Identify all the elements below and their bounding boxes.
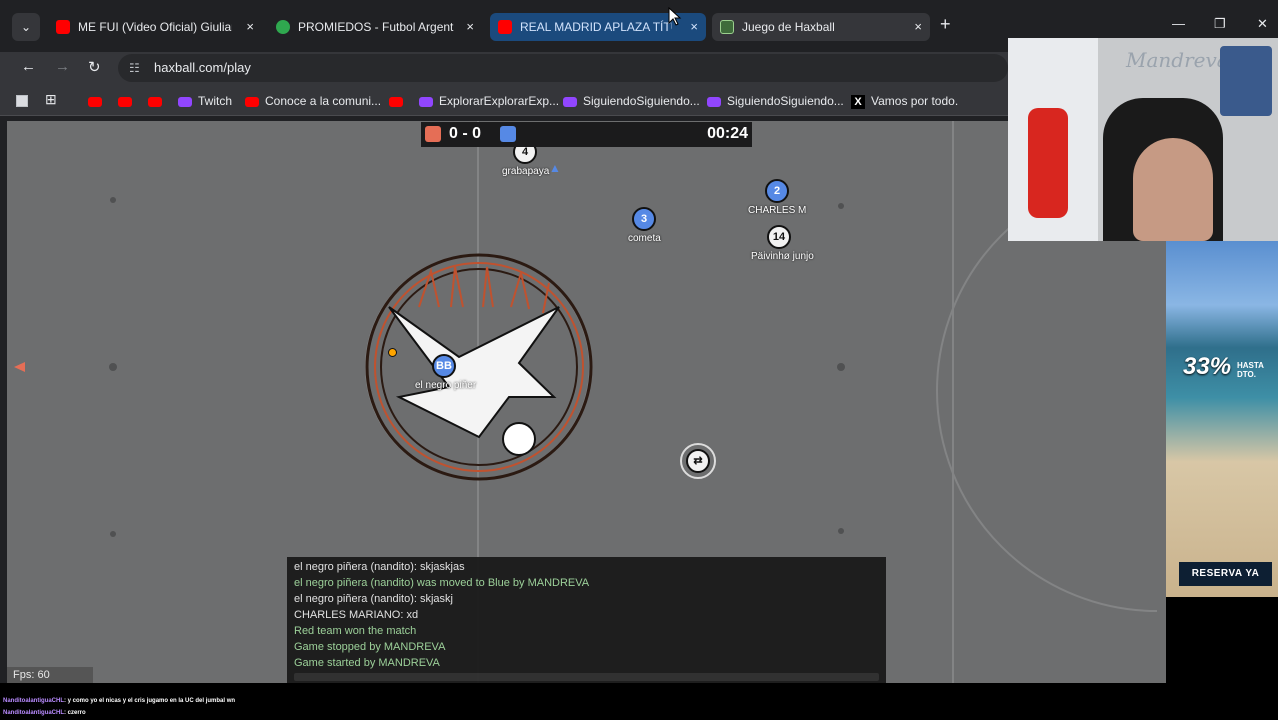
player-name: CHARLES M [748,205,807,216]
tab-search-button[interactable]: ⌄ [12,13,40,41]
chat-line: CHARLES MARIANO: xd [294,609,419,621]
tab-title: REAL MADRID APLAZA TÍTULO [520,20,672,34]
youtube-icon [389,96,403,107]
player-name: el negro piñer [415,380,477,391]
ad-discount: 33% [1183,353,1232,380]
promiedos-icon [276,20,290,34]
ad-cta-button[interactable]: RESERVA YA [1179,562,1272,586]
bookmark-label: SiguiendoSiguiendo... [583,94,700,108]
player-name: grabapaya [502,166,550,177]
restore-button[interactable]: ❐ [1214,16,1226,32]
ad-spacer [1166,597,1278,683]
red-lamp [1028,108,1068,218]
close-icon[interactable]: × [914,13,922,41]
twitch-icon [563,96,577,107]
bookmark-label: Twitch [198,94,233,108]
bookmark-item[interactable] [88,93,108,109]
bookmark-item[interactable] [389,93,409,109]
tab-title: PROMIEDOS - Futbol Argentino [298,20,454,34]
bookmark-item[interactable] [118,93,138,109]
reload-button[interactable]: ↻ [88,58,101,76]
red-team-square [425,126,441,142]
bookmark-label: ExplorarExplorarExp... [439,94,560,108]
blue-team-square [500,126,516,142]
chat-line: el negro piñera (nandito): skjaskj [294,593,453,605]
twitch-chat-line: NanditoalantiguaCHL: czerro [3,710,86,716]
window-close-button[interactable]: ✕ [1257,16,1268,32]
club-crest-logo [365,253,593,481]
youtube-icon [88,96,102,107]
bookmark-label: SiguiendoSiguiendo... [727,94,844,108]
tab-title: Juego de Haxball [742,20,835,34]
chat-line: Game stopped by MANDREVA [294,641,446,653]
bookmark-item[interactable]: SiguiendoSiguiendo... [707,93,844,109]
player-name: cometa [628,233,661,244]
triangle-marker-icon: ▲ [549,161,561,175]
chat-line: el negro piñera (nandito) was moved to B… [294,577,590,589]
youtube-icon [56,20,70,34]
minimize-button[interactable]: — [1172,16,1185,31]
tab-youtube-me-fui[interactable]: ME FUI (Video Oficial) Giuliano × [48,13,262,41]
tab-title: ME FUI (Video Oficial) Giuliano [78,20,232,34]
back-button[interactable]: ← [21,58,36,75]
ad-hasta: HASTA DTO. [1237,361,1264,379]
bookmark-item[interactable]: ExplorarExplorarExp... [419,93,559,109]
screen: ⌄ ME FUI (Video Oficial) Giuliano × PROM… [0,0,1278,720]
close-icon[interactable]: × [246,13,254,41]
chat-input[interactable] [294,673,879,681]
site-info-icon[interactable]: ☷ [129,54,140,82]
chat-line: Game started by MANDREVA [294,657,440,669]
twitch-icon [419,96,433,107]
close-icon[interactable]: × [690,13,698,41]
address-bar[interactable]: ☷ haxball.com/play [118,54,1008,82]
bookmark-item[interactable]: Conoce a la comuni... [245,93,381,109]
close-icon[interactable]: × [466,13,474,41]
bookmark-item[interactable] [148,93,168,109]
player-name: Päivinhø junjo [751,251,814,262]
chat-line: Red team won the match [294,625,417,637]
twitch-chat-overlay: NanditoalantiguaCHL: y como yo el nicas … [0,683,1278,720]
youtube-icon [148,96,162,107]
score: 0 - 0 [449,125,482,142]
ad-banner[interactable]: 33% HASTA DTO. RESERVA YA [1166,241,1278,597]
bookmark-item[interactable]: X Vamos por todo. [851,93,958,109]
bookmark-label: Conoce a la comuni... [265,94,382,108]
player-disc[interactable]: 2 [765,179,789,203]
webcam-title: Mandreva [1126,48,1229,72]
x-icon: X [851,94,865,109]
player-disc[interactable]: BB [432,354,456,378]
chat-line: el negro piñera (nandito): skjaskjas [294,561,465,573]
twitch-chat-line: NanditoalantiguaCHL: y como yo el nicas … [3,698,236,704]
youtube-icon [245,96,259,107]
mouse-cursor-icon [668,7,682,26]
twitch-icon [178,96,192,107]
player-disc[interactable]: 14 [767,225,791,249]
game-chat: el negro piñera (nandito): skjaskjas el … [287,557,886,683]
ball [388,348,397,357]
own-player-disc[interactable]: ⇄ [686,449,710,473]
tab-haxball[interactable]: Juego de Haxball × [712,13,930,41]
match-timer: 00:24 [707,125,748,142]
new-tab-button[interactable]: + [940,14,951,35]
youtube-icon [118,96,132,107]
tab-promiedos[interactable]: PROMIEDOS - Futbol Argentino × [268,13,482,41]
bookmark-label: Vamos por todo. [871,94,959,108]
scoreboard: 0 - 0 00:24 [421,122,752,147]
webcam-overlay: Mandreva [1008,38,1278,241]
bookmark-item[interactable]: SiguiendoSiguiendo... [563,93,700,109]
player-disc[interactable]: 3 [632,207,656,231]
forward-button[interactable]: → [55,58,70,75]
fps-counter: Fps: 60 [7,667,93,683]
streamer [1133,138,1213,241]
youtube-icon [498,20,512,34]
twitch-icon [707,96,721,107]
haxball-icon [720,20,734,34]
apps-square-icon[interactable] [16,95,28,107]
chevron-down-icon: ⌄ [20,20,32,34]
card-badge [1220,46,1272,116]
apps-grid-icon[interactable]: ⊞ [45,91,57,107]
url-text: haxball.com/play [154,60,251,75]
bookmark-item[interactable]: Twitch [178,93,232,109]
